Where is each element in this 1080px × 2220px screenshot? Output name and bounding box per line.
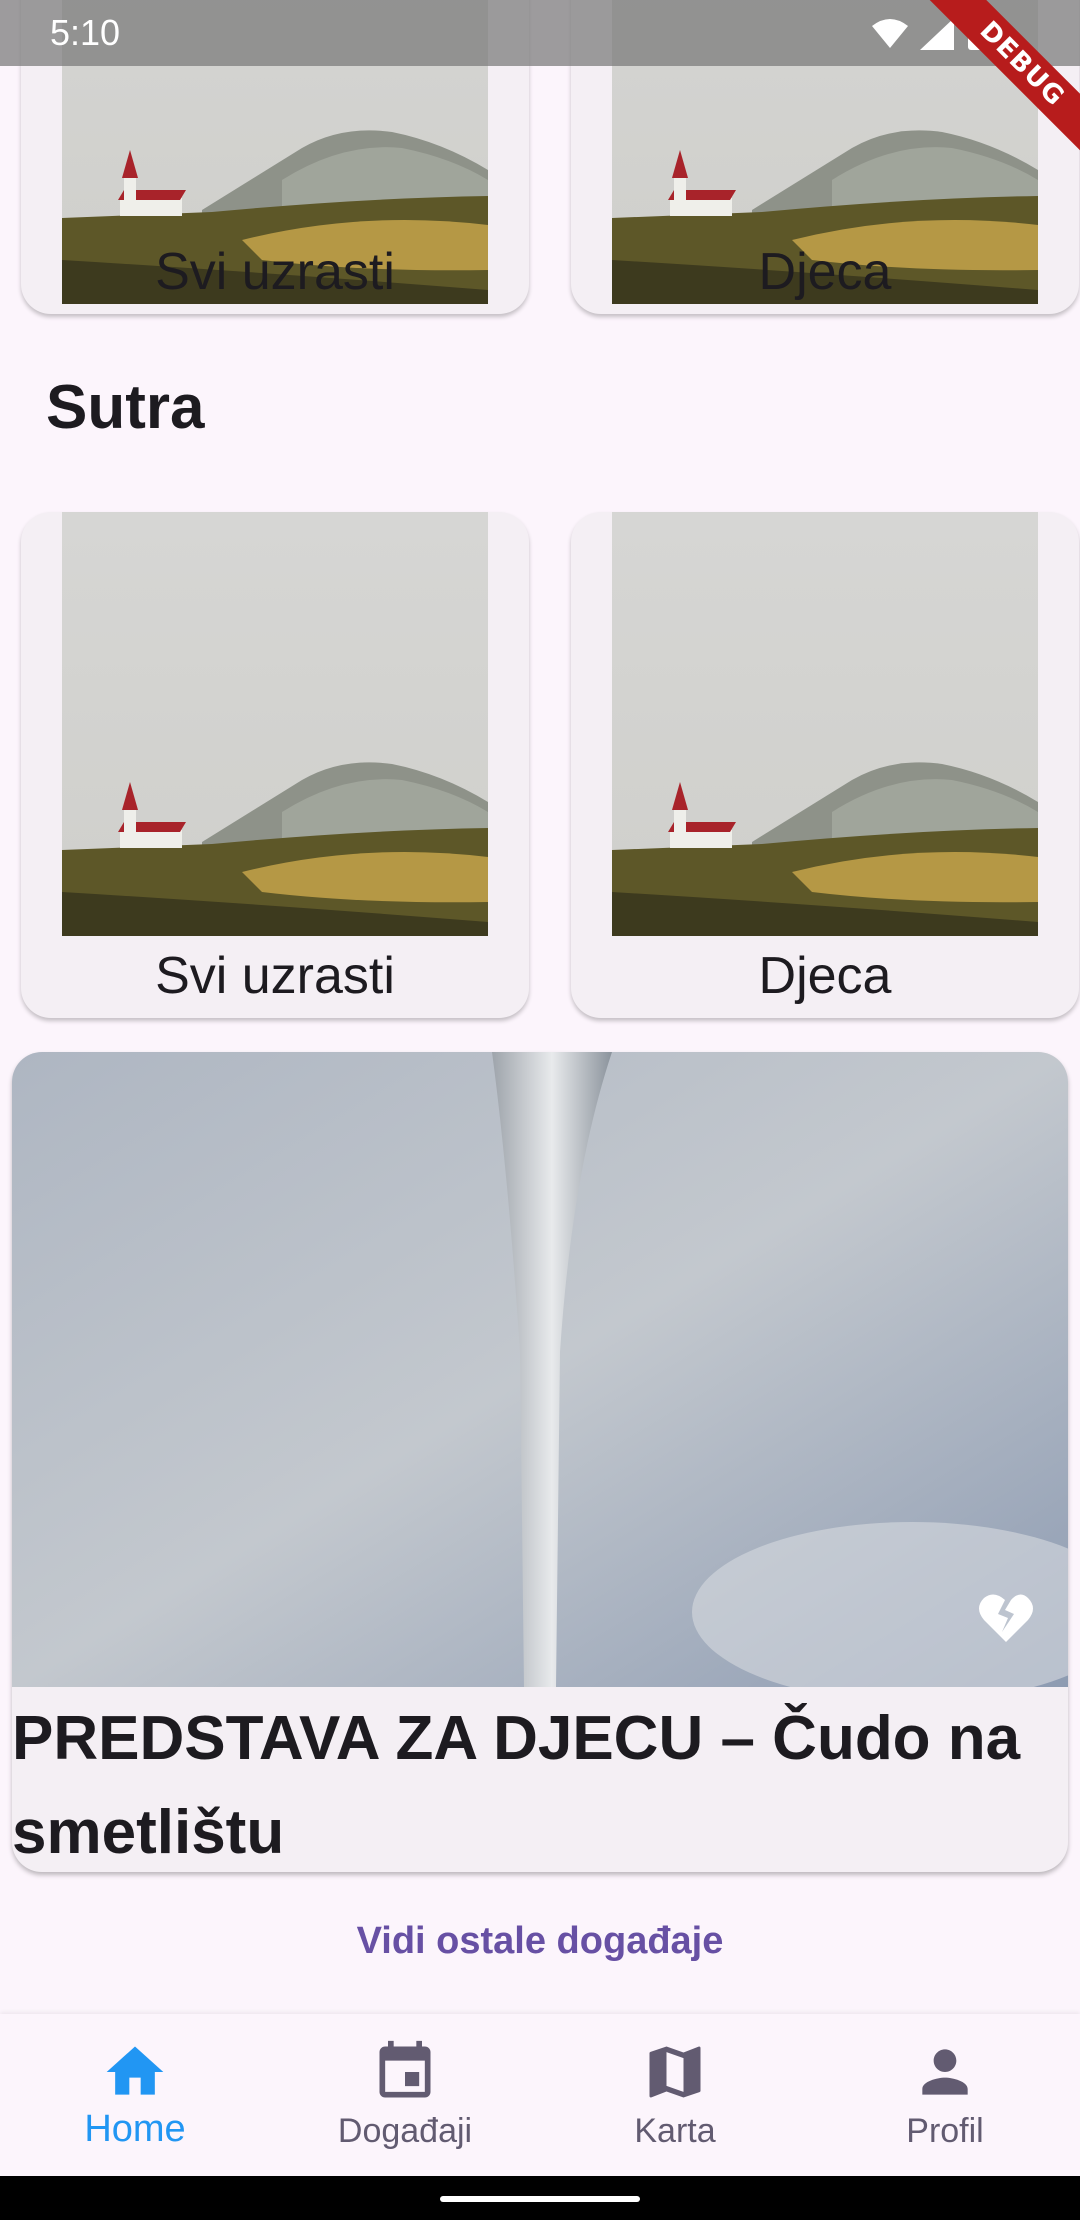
status-time: 5:10 — [50, 12, 121, 53]
map-icon — [649, 2046, 701, 2098]
nav-item-profile[interactable]: Profil — [810, 2014, 1080, 2176]
event-image — [12, 1052, 1068, 1687]
event-thumbnail — [62, 512, 488, 936]
card-label: Djeca — [758, 947, 892, 1005]
card-label: Svi uzrasti — [155, 947, 395, 1005]
home-icon — [106, 2046, 164, 2095]
section-title: Sutra — [46, 373, 205, 442]
card-label: Svi uzrasti — [155, 243, 395, 301]
wifi-icon — [872, 19, 908, 48]
status-bar: 5:10 — [0, 0, 1080, 66]
nav-label-home: Home — [84, 2108, 186, 2150]
nav-item-events[interactable]: Događaji — [270, 2014, 540, 2176]
broken-heart-icon[interactable] — [978, 1592, 1034, 1644]
event-title: PREDSTAVA ZA DJECU – Čudo na smetlištu — [12, 1704, 1021, 1867]
event-card-all-ages[interactable]: Svi uzrasti — [21, 512, 529, 1018]
nav-label-events: Događaji — [337, 2112, 473, 2150]
bottom-navigation: Home Događaji Karta Profil — [0, 2014, 1080, 2176]
nav-item-home[interactable]: Home — [0, 2014, 270, 2176]
person-icon — [922, 2049, 968, 2095]
see-more-events-link[interactable]: Vidi ostale događaje — [0, 1920, 1080, 1963]
card-label: Djeca — [758, 243, 892, 301]
nav-label-profile: Profil — [906, 2112, 984, 2150]
signal-icon — [920, 18, 954, 50]
calendar-icon — [379, 2040, 431, 2098]
event-thumbnail — [612, 512, 1038, 936]
event-card-children[interactable]: Djeca — [571, 512, 1079, 1018]
nav-label-map: Karta — [634, 2112, 716, 2150]
nav-item-map[interactable]: Karta — [540, 2014, 810, 2176]
featured-event-card[interactable]: PREDSTAVA ZA DJECU – Čudo na smetlištu — [12, 1052, 1068, 1872]
home-gesture-pill[interactable] — [440, 2196, 640, 2202]
